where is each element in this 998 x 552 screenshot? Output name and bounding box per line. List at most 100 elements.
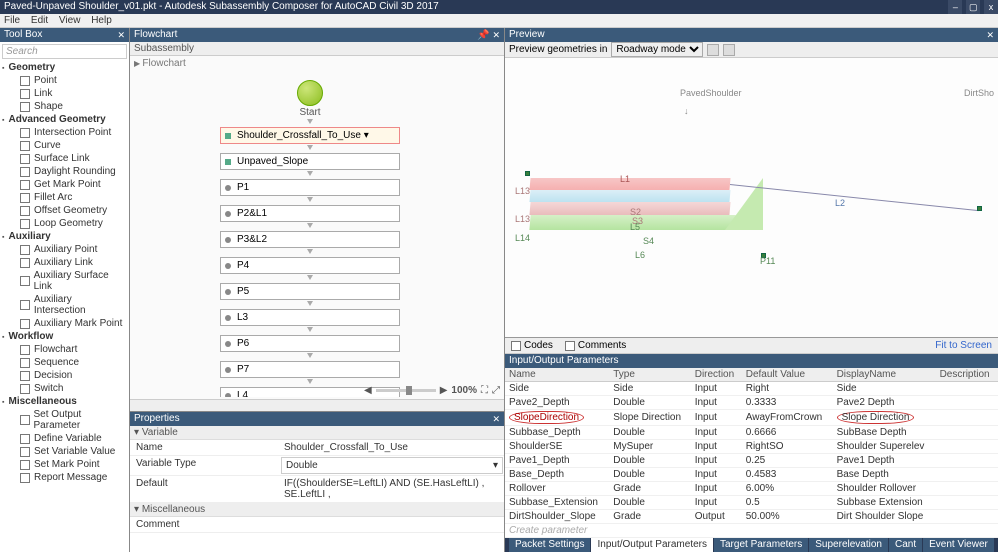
toolbox-group[interactable]: Miscellaneous [0,395,129,408]
table-row[interactable]: ShoulderSEMySuperInputRightSOShoulder Su… [505,440,998,454]
col-header[interactable]: Type [609,368,690,382]
toolbox-item[interactable]: Define Variable [0,432,129,445]
cell[interactable]: Right [742,382,833,396]
flowchart-node[interactable]: P5 [220,283,400,300]
cell[interactable]: Input [691,496,742,510]
tool-icon[interactable] [723,44,735,56]
fit-screen-link[interactable]: Fit to Screen [935,340,992,351]
toolbox-item[interactable]: Offset Geometry [0,204,129,217]
codes-checkbox[interactable]: Codes [511,340,553,351]
cell[interactable]: ShoulderSE [505,440,609,454]
flowchart-node[interactable]: P6 [220,335,400,352]
cell[interactable]: 0.3333 [742,396,833,410]
col-header[interactable]: Name [505,368,609,382]
flowchart-node[interactable]: Unpaved_Slope [220,153,400,170]
flowchart-node[interactable]: P3&L2 [220,231,400,248]
cell[interactable]: Side [833,382,936,396]
cell[interactable]: Double [609,396,690,410]
table-row[interactable]: Base_DepthDoubleInput0.4583Base Depth [505,468,998,482]
cell[interactable]: RightSO [742,440,833,454]
tool-icon[interactable] [707,44,719,56]
max-icon[interactable]: ▢ [966,0,980,14]
close-icon[interactable]: ✕ [986,28,994,42]
prop-group[interactable]: Variable [130,426,504,440]
toolbox-item[interactable]: Auxiliary Mark Point [0,317,129,330]
prop-value[interactable] [280,517,504,532]
min-icon[interactable]: – [948,0,962,14]
expand-icon[interactable]: ⤢ [492,385,500,396]
flowchart-node[interactable]: P1 [220,179,400,196]
toolbox-item[interactable]: Surface Link [0,152,129,165]
cell[interactable] [936,496,998,510]
close-icon[interactable]: ✕ [492,30,500,40]
toolbox-item[interactable]: Link [0,87,129,100]
cell[interactable]: Shoulder Superelev [833,440,936,454]
toolbox-group[interactable]: Auxiliary [0,230,129,243]
toolbox-group[interactable]: Workflow [0,330,129,343]
cell[interactable]: Side [505,382,609,396]
param-table[interactable]: NameTypeDirectionDefault ValueDisplayNam… [505,368,998,538]
cell[interactable]: Pave2_Depth [505,396,609,410]
cell[interactable]: 6.00% [742,482,833,496]
cell[interactable]: Input [691,410,742,426]
menu-edit[interactable]: Edit [31,15,48,26]
toolbox-item[interactable]: Curve [0,139,129,152]
cell[interactable]: Dirt Shoulder Slope [833,510,936,524]
toolbox-item[interactable]: Loop Geometry [0,217,129,230]
flowchart-canvas[interactable]: Flowchart StartShoulder_Crossfall_To_Use… [130,56,504,412]
cell[interactable]: Grade [609,510,690,524]
cell[interactable]: Double [609,426,690,440]
prop-row[interactable]: Comment [130,517,504,533]
cell[interactable]: Base Depth [833,468,936,482]
tab[interactable]: Cant [889,538,922,552]
cell[interactable]: Pave1_Depth [505,454,609,468]
toolbox-item[interactable]: Point [0,74,129,87]
cell[interactable]: 0.25 [742,454,833,468]
cell[interactable]: Subbase Extension [833,496,936,510]
col-header[interactable]: Description [936,368,998,382]
cell[interactable] [936,440,998,454]
toolbox-item[interactable]: Auxiliary Point [0,243,129,256]
comments-checkbox[interactable]: Comments [565,340,626,351]
toolbox-item[interactable]: Switch [0,382,129,395]
col-header[interactable]: Default Value [742,368,833,382]
cell[interactable]: Slope Direction [609,410,690,426]
toolbox-item[interactable]: Intersection Point [0,126,129,139]
toolbox-group[interactable]: Geometry [0,61,129,74]
cell[interactable]: 0.5 [742,496,833,510]
cell[interactable]: AwayFromCrown [742,410,833,426]
cell[interactable]: Input [691,440,742,454]
flowchart-node[interactable]: L3 [220,309,400,326]
close-icon[interactable]: ✕ [492,412,500,426]
cell[interactable]: Base_Depth [505,468,609,482]
table-row[interactable]: SideSideInputRightSide [505,382,998,396]
cell[interactable] [936,482,998,496]
preview-canvas[interactable]: PavedShoulder ↓ DirtSho L1 L2 S2 S3 L5 S… [505,58,998,337]
cell[interactable]: Rollover [505,482,609,496]
cell[interactable]: 0.6666 [742,426,833,440]
cell[interactable]: Double [609,454,690,468]
subassembly-tab[interactable]: Subassembly [130,42,504,56]
cell[interactable]: Pave2 Depth [833,396,936,410]
toolbox-item[interactable]: Get Mark Point [0,178,129,191]
close-icon[interactable]: ✕ [117,28,125,42]
toolbox-item[interactable]: Decision [0,369,129,382]
search-input[interactable]: Search [2,44,127,59]
toolbox-item[interactable]: Shape [0,100,129,113]
cell[interactable] [936,396,998,410]
prop-value[interactable]: Double▾ [281,457,503,474]
toolbox-item[interactable]: Auxiliary Surface Link [0,269,129,293]
start-node[interactable] [297,80,323,106]
menu-help[interactable]: Help [91,15,112,26]
cell[interactable]: Input [691,454,742,468]
pin-icon[interactable]: 📌 [477,30,489,41]
prop-value[interactable]: IF((ShoulderSE=LeftLI) AND (SE.HasLeftLI… [280,476,504,502]
prop-row[interactable]: DefaultIF((ShoulderSE=LeftLI) AND (SE.Ha… [130,476,504,503]
cell[interactable]: Shoulder Rollover [833,482,936,496]
tab[interactable]: Target Parameters [714,538,808,552]
toolbox-item[interactable]: Report Message [0,471,129,484]
menu-file[interactable]: File [4,15,20,26]
toolbox-item[interactable]: Sequence [0,356,129,369]
cell[interactable] [936,454,998,468]
table-row[interactable]: Pave1_DepthDoubleInput0.25Pave1 Depth [505,454,998,468]
